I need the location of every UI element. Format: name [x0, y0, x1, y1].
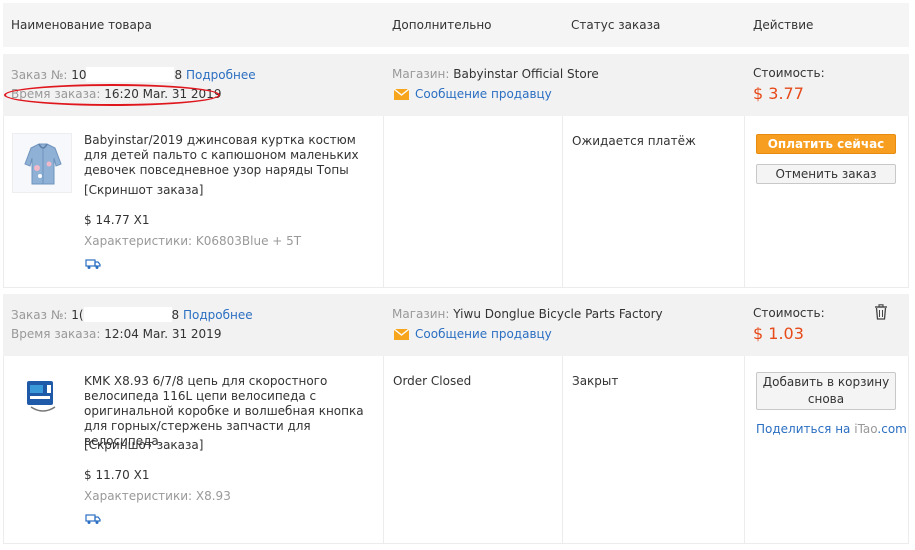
shipping-truck-icon[interactable]: [85, 258, 101, 270]
column-action: Действие: [753, 18, 814, 32]
order-item-row: KMK X8.93 6/7/8 цепь для скоростного вел…: [3, 356, 909, 544]
product-thumbnail[interactable]: [12, 133, 72, 193]
share-itao-link[interactable]: Поделиться на iTao.com: [756, 422, 907, 436]
highlight-circle: [4, 84, 220, 106]
store-name[interactable]: Yiwu Donglue Bicycle Parts Factory: [453, 307, 662, 321]
order-number: Заказ №: 1(8 Подробнее: [11, 307, 253, 322]
order-item-row: Babyinstar/2019 джинсовая куртка костюм …: [3, 116, 909, 288]
column-extra: Дополнительно: [392, 18, 492, 32]
bicycle-chain-image: [13, 365, 71, 423]
order-time: Время заказа: 12:04 Mar. 31 2019: [11, 327, 222, 341]
table-header: Наименование товара Дополнительно Статус…: [3, 3, 909, 47]
order-cost: $ 1.03: [753, 324, 804, 343]
store-info: Магазин: Babyinstar Official Store: [392, 67, 599, 81]
product-title[interactable]: Babyinstar/2019 джинсовая куртка костюм …: [84, 133, 374, 178]
jacket-image: [13, 134, 71, 192]
message-seller-link[interactable]: Сообщение продавцу: [415, 87, 552, 101]
mail-icon: [394, 329, 409, 340]
details-link[interactable]: Подробнее: [186, 68, 256, 82]
order-status: Ожидается платёж: [572, 134, 696, 148]
order-header: Заказ №: 1(8 Подробнее Время заказа: 12:…: [3, 294, 909, 356]
add-to-cart-again-button[interactable]: Добавить в корзину снова: [756, 372, 896, 410]
order-status: Закрыт: [572, 374, 619, 388]
pay-now-button[interactable]: Оплатить сейчас: [756, 134, 896, 154]
price-quantity: $ 11.70 X1: [84, 468, 150, 482]
price-quantity: $ 14.77 X1: [84, 213, 150, 227]
product-specs: Характеристики: K06803Blue + 5T: [84, 234, 302, 248]
details-link[interactable]: Подробнее: [183, 308, 253, 322]
column-product: Наименование товара: [11, 18, 152, 32]
cost-label: Стоимость:: [753, 66, 825, 80]
cancel-order-button[interactable]: Отменить заказ: [756, 164, 896, 184]
shipping-truck-icon[interactable]: [85, 513, 101, 525]
redacted-block: [83, 307, 172, 322]
product-thumbnail[interactable]: [12, 364, 72, 424]
redacted-block: [86, 67, 175, 82]
trash-icon[interactable]: [874, 304, 888, 320]
order-number: Заказ №: 10 8 Подробнее: [11, 67, 256, 82]
extra-status: Order Closed: [393, 374, 472, 388]
store-name[interactable]: Babyinstar Official Store: [453, 67, 599, 81]
order-cost: $ 3.77: [753, 84, 804, 103]
cost-label: Стоимость:: [753, 306, 825, 320]
product-specs: Характеристики: X8.93: [84, 489, 231, 503]
mail-icon: [394, 89, 409, 100]
store-info: Магазин: Yiwu Donglue Bicycle Parts Fact…: [392, 307, 663, 321]
column-status: Статус заказа: [571, 18, 661, 32]
message-seller-link[interactable]: Сообщение продавцу: [415, 327, 552, 341]
snapshot-link[interactable]: [Скриншот заказа]: [84, 183, 203, 197]
snapshot-link[interactable]: [Скриншот заказа]: [84, 438, 203, 452]
